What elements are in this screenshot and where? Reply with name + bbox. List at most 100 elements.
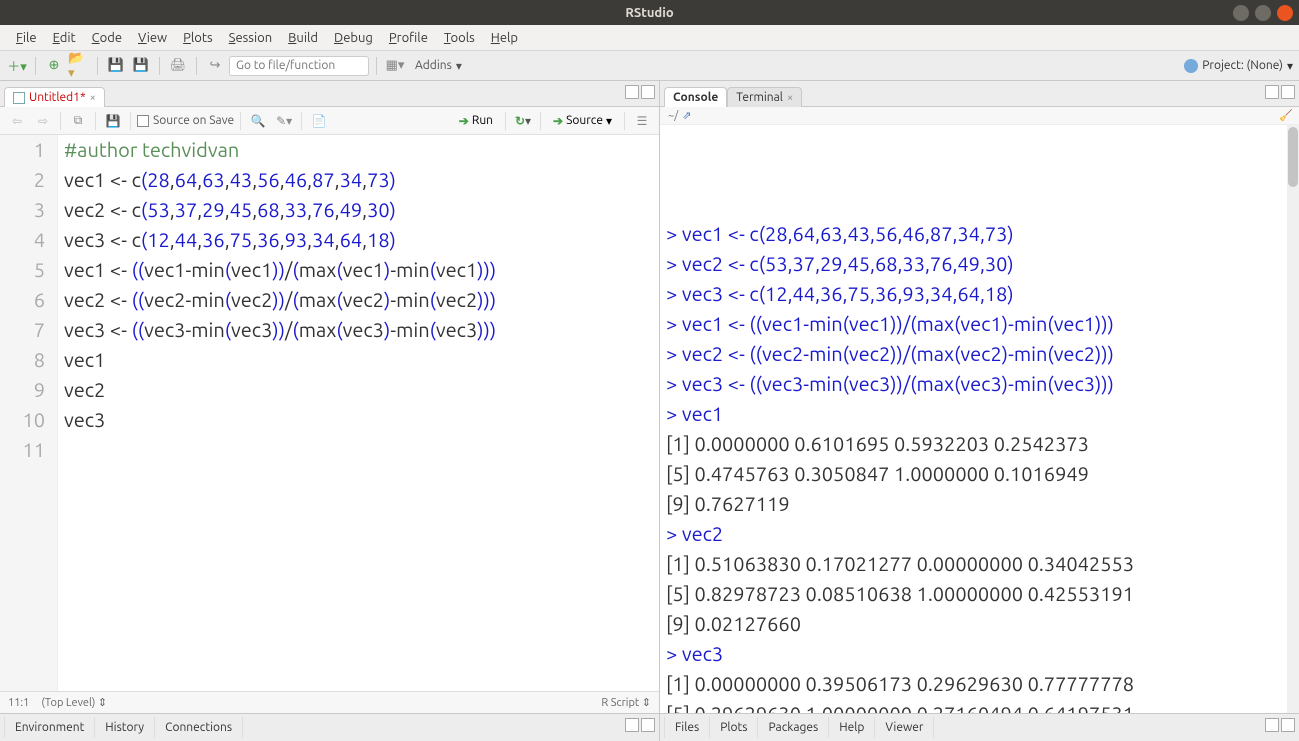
clear-console-icon[interactable]: 🧹 — [1279, 109, 1293, 122]
terminal-tab-label: Terminal — [736, 91, 783, 104]
maximize-button[interactable] — [1255, 5, 1271, 21]
menu-profile[interactable]: Profile — [381, 28, 436, 48]
wand-icon[interactable]: ✎▾ — [273, 110, 295, 132]
back-icon[interactable]: ⇦ — [6, 110, 28, 132]
window-title: RStudio — [625, 6, 673, 20]
console-path-bar: ~/ ⇗ 🧹 — [660, 107, 1299, 125]
separator — [196, 57, 197, 75]
cursor-position: 11:1 — [8, 697, 29, 709]
show-in-new-window-icon[interactable]: ⧉ — [67, 110, 89, 132]
main-toolbar: ＋▾ ⊕ 📂▾ 💾 💾 🖨 ↪ ▦▾ Addins ▾ Project: (No… — [0, 51, 1299, 81]
window-controls — [1233, 5, 1293, 21]
new-file-icon[interactable]: ＋▾ — [6, 55, 28, 77]
forward-icon[interactable]: ⇨ — [32, 110, 54, 132]
compile-report-icon[interactable]: 📄 — [308, 110, 330, 132]
new-project-icon[interactable]: ⊕ — [43, 55, 65, 77]
separator — [95, 112, 96, 130]
line-gutter: 1234567891011 — [0, 135, 58, 691]
project-label: Project: (None) — [1202, 59, 1283, 72]
close-tab-icon[interactable]: × — [787, 92, 793, 104]
source-on-save-checkbox[interactable] — [137, 115, 149, 127]
terminal-tab[interactable]: Terminal × — [727, 87, 802, 107]
maximize-pane-icon[interactable] — [641, 718, 655, 732]
separator — [159, 57, 160, 75]
tab-packages[interactable]: Packages — [758, 717, 829, 738]
source-pane: Untitled1* × ⇦ ⇨ ⧉ 💾 Source on Save 🔍 ✎▾… — [0, 81, 660, 741]
minimize-pane-icon[interactable] — [1265, 718, 1279, 732]
open-file-icon[interactable]: 📂▾ — [68, 55, 90, 77]
minimize-pane-icon[interactable] — [1265, 85, 1279, 99]
main-area: Untitled1* × ⇦ ⇨ ⧉ 💾 Source on Save 🔍 ✎▾… — [0, 81, 1299, 741]
console-tab-label: Console — [673, 91, 718, 104]
close-tab-icon[interactable]: × — [90, 92, 96, 104]
console-pane: Console Terminal × ~/ ⇗ 🧹 > vec1 <- c(28… — [660, 81, 1299, 741]
tab-files[interactable]: Files — [664, 717, 710, 738]
project-selector[interactable]: Project: (None) ▾ — [1184, 59, 1293, 73]
tab-viewer[interactable]: Viewer — [875, 717, 934, 738]
tab-history[interactable]: History — [95, 717, 155, 738]
pane-controls — [625, 85, 655, 99]
separator — [35, 57, 36, 75]
source-on-save-label: Source on Save — [153, 114, 234, 127]
code-body[interactable]: #author techvidvanvec1 <- c(28,64,63,43,… — [58, 135, 659, 691]
minimize-button[interactable] — [1233, 5, 1249, 21]
source-button[interactable]: ➔Source ▾ — [547, 112, 618, 130]
scrollbar[interactable] — [1287, 125, 1299, 713]
menu-debug[interactable]: Debug — [326, 28, 381, 48]
goto-dir-icon[interactable]: ⇗ — [682, 109, 691, 122]
menu-edit[interactable]: Edit — [45, 28, 84, 48]
tab-plots[interactable]: Plots — [710, 717, 758, 738]
run-button[interactable]: ➔Run — [453, 112, 499, 130]
save-all-icon[interactable]: 💾 — [130, 55, 152, 77]
goto-icon[interactable]: ↪ — [204, 55, 226, 77]
menu-bar: FileEditCodeViewPlotsSessionBuildDebugPr… — [0, 25, 1299, 51]
menu-tools[interactable]: Tools — [436, 28, 483, 48]
maximize-pane-icon[interactable] — [1281, 85, 1295, 99]
minimize-pane-icon[interactable] — [625, 718, 639, 732]
separator — [540, 112, 541, 130]
r-logo-icon — [1184, 59, 1198, 73]
chevron-down-icon: ▾ — [1287, 59, 1293, 73]
find-icon[interactable]: 🔍 — [247, 110, 269, 132]
tab-environment[interactable]: Environment — [4, 717, 95, 738]
separator — [60, 112, 61, 130]
print-icon[interactable]: 🖨 — [167, 55, 189, 77]
menu-code[interactable]: Code — [84, 28, 130, 48]
save-icon[interactable]: 💾 — [102, 110, 124, 132]
menu-view[interactable]: View — [130, 28, 175, 48]
menu-file[interactable]: File — [8, 28, 45, 48]
separator — [240, 112, 241, 130]
language-selector[interactable]: R Script ⇕ — [601, 696, 651, 709]
console-body[interactable]: > vec1 <- c(28,64,63,43,56,46,87,34,73)>… — [660, 125, 1299, 713]
editor-tab-strip: Untitled1* × — [0, 81, 659, 107]
run-arrow-icon: ➔ — [459, 114, 469, 128]
separator — [301, 112, 302, 130]
console-tab[interactable]: Console — [664, 87, 727, 107]
scope-selector[interactable]: (Top Level) ⇕ — [41, 696, 107, 709]
menu-plots[interactable]: Plots — [175, 28, 221, 48]
close-button[interactable] — [1277, 5, 1293, 21]
grid-icon[interactable]: ▦▾ — [384, 55, 406, 77]
maximize-pane-icon[interactable] — [1281, 718, 1295, 732]
tab-help[interactable]: Help — [829, 717, 875, 738]
menu-build[interactable]: Build — [280, 28, 326, 48]
menu-help[interactable]: Help — [483, 28, 526, 48]
menu-session[interactable]: Session — [221, 28, 280, 48]
maximize-pane-icon[interactable] — [641, 85, 655, 99]
editor-tab-label: Untitled1* — [29, 91, 86, 104]
console-tab-strip: Console Terminal × — [660, 81, 1299, 107]
tab-connections[interactable]: Connections — [155, 717, 243, 738]
separator — [624, 112, 625, 130]
outline-icon[interactable]: ☰ — [631, 110, 653, 132]
separator — [376, 57, 377, 75]
code-editor[interactable]: 1234567891011 #author techvidvanvec1 <- … — [0, 135, 659, 691]
rscript-file-icon — [13, 92, 25, 104]
addins-menu[interactable]: Addins ▾ — [409, 59, 468, 73]
save-icon[interactable]: 💾 — [105, 55, 127, 77]
rerun-icon[interactable]: ↻▾ — [512, 110, 534, 132]
editor-toolbar: ⇦ ⇨ ⧉ 💾 Source on Save 🔍 ✎▾ 📄 ➔Run ↻▾ ➔S… — [0, 107, 659, 135]
goto-file-input[interactable] — [229, 56, 369, 76]
scrollbar-thumb[interactable] — [1288, 127, 1298, 187]
editor-tab[interactable]: Untitled1* × — [4, 87, 105, 107]
minimize-pane-icon[interactable] — [625, 85, 639, 99]
